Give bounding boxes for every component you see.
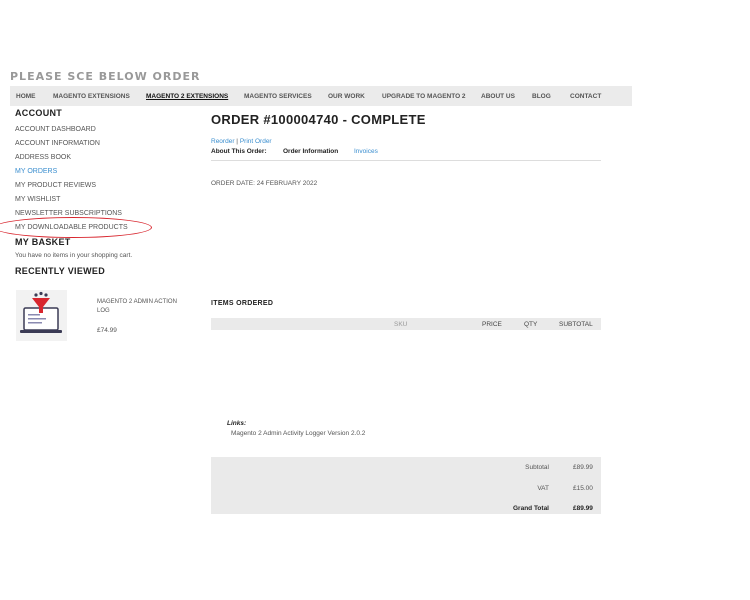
sidebar-item-my-wishlist[interactable]: MY WISHLIST [15, 196, 60, 203]
page-title: ORDER #100004740 - COMPLETE [211, 112, 426, 127]
column-qty: QTY [524, 321, 538, 328]
nav-magento-2-extensions[interactable]: MAGENTO 2 EXTENSIONS [146, 93, 228, 100]
links-label: Links: [227, 420, 247, 427]
sidebar-item-account-dashboard[interactable]: ACCOUNT DASHBOARD [15, 126, 96, 133]
grand-total-label: Grand Total [513, 505, 549, 512]
tabs-divider [211, 160, 601, 161]
print-order-link[interactable]: Print Order [240, 138, 272, 145]
grand-total-value: £89.99 [573, 505, 593, 512]
column-subtotal: SUBTOTAL [559, 321, 593, 328]
tab-order-information[interactable]: Order Information [283, 148, 338, 155]
items-ordered-title: ITEMS ORDERED [211, 300, 274, 307]
recently-viewed-title: RECENTLY VIEWED [15, 266, 106, 276]
items-table-header: SKU PRICE QTY SUBTOTAL [211, 318, 601, 330]
sidebar-item-my-product-reviews[interactable]: MY PRODUCT REVIEWS [15, 182, 96, 189]
nav-upgrade-magento-2[interactable]: UPGRADE TO MAGENTO 2 [382, 93, 466, 100]
nav-magento-services[interactable]: MAGENTO SERVICES [244, 93, 312, 100]
nav-blog[interactable]: BLOG [532, 93, 551, 100]
recent-product-name[interactable]: MAGENTO 2 ADMIN ACTION LOG [97, 299, 177, 314]
column-sku: SKU [394, 321, 408, 328]
order-totals: Subtotal £89.99 VAT £15.00 Grand Total £… [211, 457, 601, 514]
subtotal-value: £89.99 [573, 464, 593, 471]
nav-home[interactable]: HOME [16, 93, 36, 100]
basket-empty-text: You have no items in your shopping cart. [15, 252, 133, 259]
order-actions: Reorder | Print Order [211, 138, 272, 145]
tab-invoices[interactable]: Invoices [354, 148, 378, 155]
nav-our-work[interactable]: OUR WORK [328, 93, 365, 100]
product-thumbnail[interactable] [16, 290, 67, 341]
nav-about-us[interactable]: ABOUT US [481, 93, 515, 100]
sidebar-item-account-information[interactable]: ACCOUNT INFORMATION [15, 140, 100, 147]
vat-label: VAT [537, 485, 549, 492]
nav-contact[interactable]: CONTACT [570, 93, 601, 100]
action-separator: | [236, 138, 238, 145]
account-title: ACCOUNT [15, 108, 63, 118]
nav-magento-extensions[interactable]: MAGENTO EXTENSIONS [53, 93, 130, 100]
highlight-annotation-oval [0, 217, 152, 238]
order-date: ORDER DATE: 24 FEBRUARY 2022 [211, 180, 318, 187]
sidebar-item-my-orders[interactable]: MY ORDERS [15, 168, 57, 175]
downloadable-link-item[interactable]: Magento 2 Admin Activity Logger Version … [231, 430, 365, 437]
subtotal-label: Subtotal [525, 464, 549, 471]
my-basket-title: MY BASKET [15, 237, 71, 247]
vat-value: £15.00 [573, 485, 593, 492]
about-order-label: About This Order: [211, 148, 267, 155]
sidebar-item-newsletter-subscriptions[interactable]: NEWSLETTER SUBSCRIPTIONS [15, 210, 122, 217]
laptop-funnel-icon [20, 291, 62, 333]
reorder-link[interactable]: Reorder [211, 138, 234, 145]
recent-product-price: £74.99 [97, 327, 117, 334]
top-instruction-text: PLEASE SCE BELOW ORDER [10, 70, 201, 83]
sidebar-item-address-book[interactable]: ADDRESS BOOK [15, 154, 71, 161]
column-price: PRICE [482, 321, 502, 328]
main-nav: HOME MAGENTO EXTENSIONS MAGENTO 2 EXTENS… [10, 86, 632, 106]
